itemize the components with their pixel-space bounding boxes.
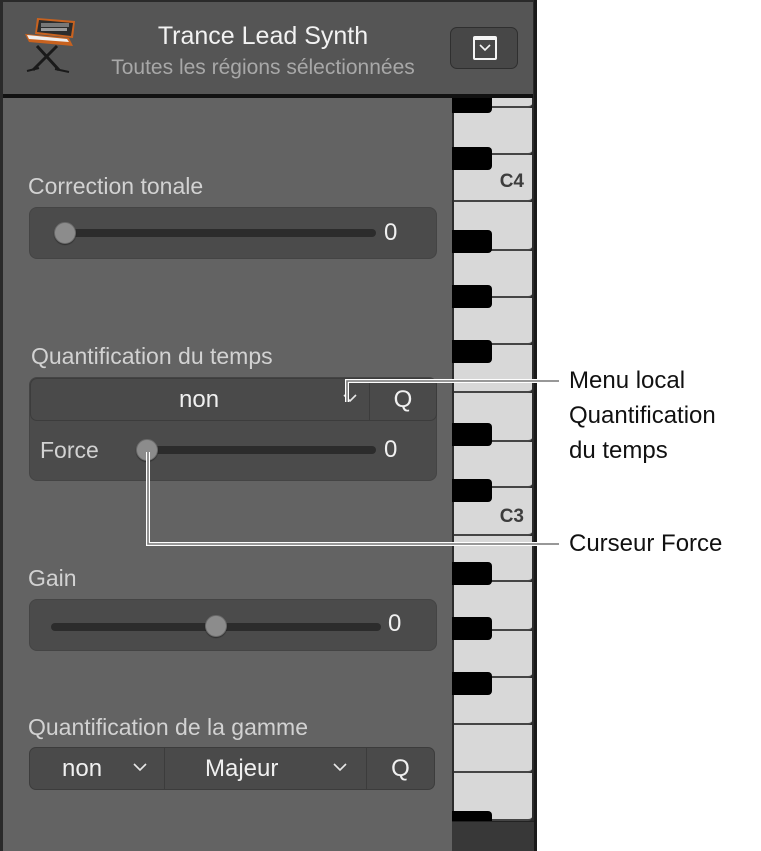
callout-menu-line2: Quantification: [569, 402, 716, 429]
callout-menu-line3: du temps: [569, 437, 668, 464]
callout-menu-line1: Menu local: [569, 367, 686, 394]
menu-callout-line: [345, 379, 559, 402]
slider-callout-line: [146, 452, 559, 546]
callout-slider: Curseur Force: [569, 530, 723, 557]
